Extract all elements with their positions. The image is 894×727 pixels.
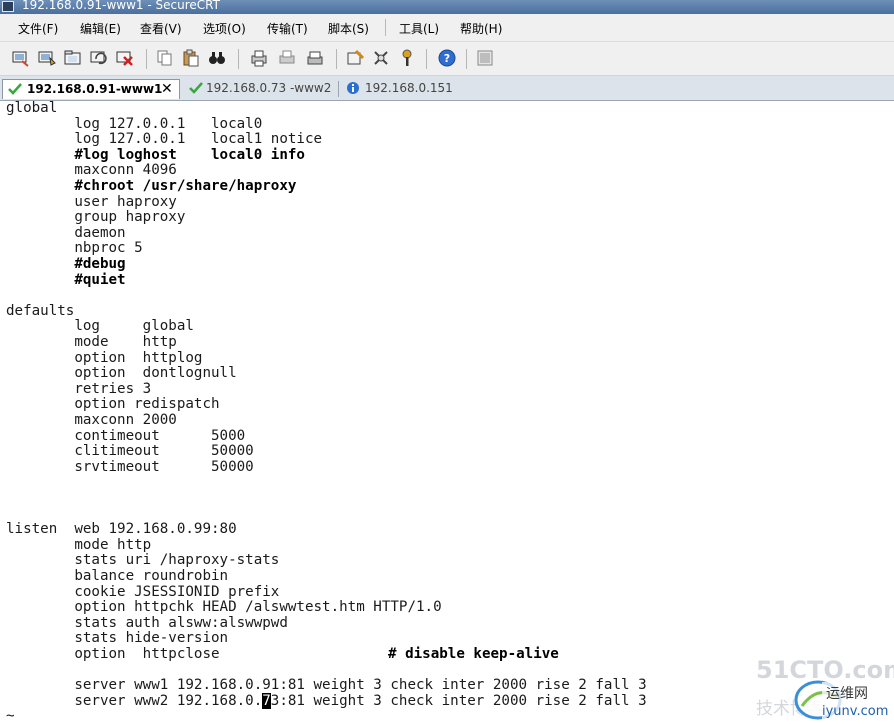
terminal-line-text: 3:81 weight 3 check inter 2000 rise 2 fa… [270,692,647,709]
terminal-line: option httpchk HEAD /alswwtest.htm HTTP/… [6,599,442,616]
terminal-line: group haproxy [6,209,186,226]
toolbar-separator [426,49,427,69]
connected-check-icon [8,83,22,95]
toolbar-separator [466,49,467,69]
tab-divider [338,81,339,97]
terminal-line: global [6,100,58,116]
svg-text:?: ? [444,52,450,65]
help-icon[interactable]: ? [438,49,456,67]
terminal-line: contimeout 5000 [6,427,246,444]
terminal-line: maxconn 4096 [6,162,177,179]
toolbar: ? [0,42,894,76]
terminal-line-text: server www2 192.168.0. [6,692,263,709]
text-cursor: 7 [262,692,271,709]
terminal-line: option httplog [6,349,203,366]
global-options-icon[interactable] [372,49,390,67]
terminal-line: #quiet [6,271,126,288]
terminal-line: log 127.0.0.1 local1 notice [6,131,323,148]
menu-bar: 文件(F) 编辑(E) 查看(V) 选项(O) 传输(T) 脚本(S) 工具(L… [0,14,894,42]
window-title-bar: 192.168.0.91-www1 - SecureCRT [0,0,894,14]
paste-icon[interactable] [182,49,200,67]
terminal-view[interactable]: global log 127.0.0.1 local0 log 127.0.0.… [0,100,894,727]
terminal-line: server www2 192.168.0.73:81 weight 3 che… [6,692,647,710]
terminal-line: #chroot /usr/share/haproxy [6,178,297,194]
quick-connect-icon[interactable] [38,49,56,67]
toggle-toolbar-icon[interactable] [476,49,494,67]
watermark: 51CTO.com 技术博客 运维网 iyunv.com [752,656,894,726]
terminal-line: user haproxy [6,193,177,210]
terminal-line: #log loghost local0 info [6,146,305,163]
session-tab-bar: 192.168.0.91-www1 ✕ 192.168.0.73 -www2 1… [0,76,894,101]
menu-file[interactable]: 文件(F) [18,20,58,37]
info-icon [347,82,359,94]
terminal-line: defaults [6,302,75,319]
menu-options[interactable]: 选项(O) [203,20,246,37]
window-title: 192.168.0.91-www1 - SecureCRT [22,0,220,12]
print-icon[interactable] [250,49,268,67]
toolbar-separator [238,49,239,69]
reconnect-icon[interactable] [90,49,108,67]
terminal-line-text: option httpclose [6,646,220,662]
terminal-line: log 127.0.0.1 local0 [6,115,263,132]
terminal-line: listen web 192.168.0.99:80 [6,521,237,538]
terminal-line: clitimeout 50000 [6,443,254,460]
menu-tools[interactable]: 工具(L) [399,20,439,37]
connect-icon[interactable] [12,49,30,67]
toolbar-separator [336,49,337,69]
terminal-line: ~ [6,708,15,725]
watermark-brand: 运维网 [826,686,868,702]
connect-in-tab-icon[interactable] [64,49,82,67]
printer-icon[interactable] [306,49,324,67]
terminal-line: mode http [6,334,177,350]
terminal-line: nbproc 5 [6,240,143,257]
terminal-line: daemon [6,224,126,241]
terminal-line: stats uri /haproxy-stats [6,552,280,569]
find-icon[interactable] [208,49,226,67]
terminal-line: mode http [6,536,152,553]
menu-script[interactable]: 脚本(S) [328,20,369,37]
print-selection-icon[interactable] [278,49,296,67]
tab-label: 192.168.0.91-www1 [27,82,163,96]
menu-transfer[interactable]: 传输(T) [267,20,308,37]
terminal-line: balance roundrobin [6,568,229,584]
terminal-line: option redispatch [6,396,220,413]
terminal-line: stats auth alsww:alswwpwd [6,614,288,631]
tab-label: 192.168.0.151 [365,81,453,95]
terminal-line: maxconn 2000 [6,412,177,428]
tab-close-icon[interactable]: ✕ [161,81,173,97]
terminal-line: srvtimeout 50000 [6,458,254,475]
terminal-line: cookie JSESSIONID prefix [6,583,280,600]
keymap-icon[interactable] [398,49,416,67]
terminal-line: log global [6,318,194,335]
terminal-line: option httpclose # disable keep-alive [6,646,559,663]
inline-comment: # disable keep-alive [388,646,559,662]
tab-151[interactable]: 192.168.0.151 [344,79,464,99]
terminal-line: #debug [6,256,126,272]
session-options-icon[interactable] [346,49,364,67]
disconnect-icon[interactable] [116,49,134,67]
menu-view[interactable]: 查看(V) [140,20,182,37]
menu-help[interactable]: 帮助(H) [460,20,502,37]
tab-www1[interactable]: 192.168.0.91-www1 ✕ [2,79,180,99]
terminal-line: retries 3 [6,380,152,397]
terminal-line: option dontlognull [6,365,237,382]
watermark-url: iyunv.com [822,704,889,719]
tab-label: 192.168.0.73 -www2 [206,81,332,95]
tab-www2[interactable]: 192.168.0.73 -www2 [184,79,339,99]
securecrt-app-icon [2,1,14,12]
connected-check-icon [189,82,203,94]
terminal-line: server www1 192.168.0.91:81 weight 3 che… [6,677,647,694]
menu-separator [385,19,386,36]
terminal-line: stats hide-version [6,630,229,647]
toolbar-separator [146,49,147,69]
copy-icon[interactable] [156,49,174,67]
menu-edit[interactable]: 编辑(E) [80,20,121,37]
